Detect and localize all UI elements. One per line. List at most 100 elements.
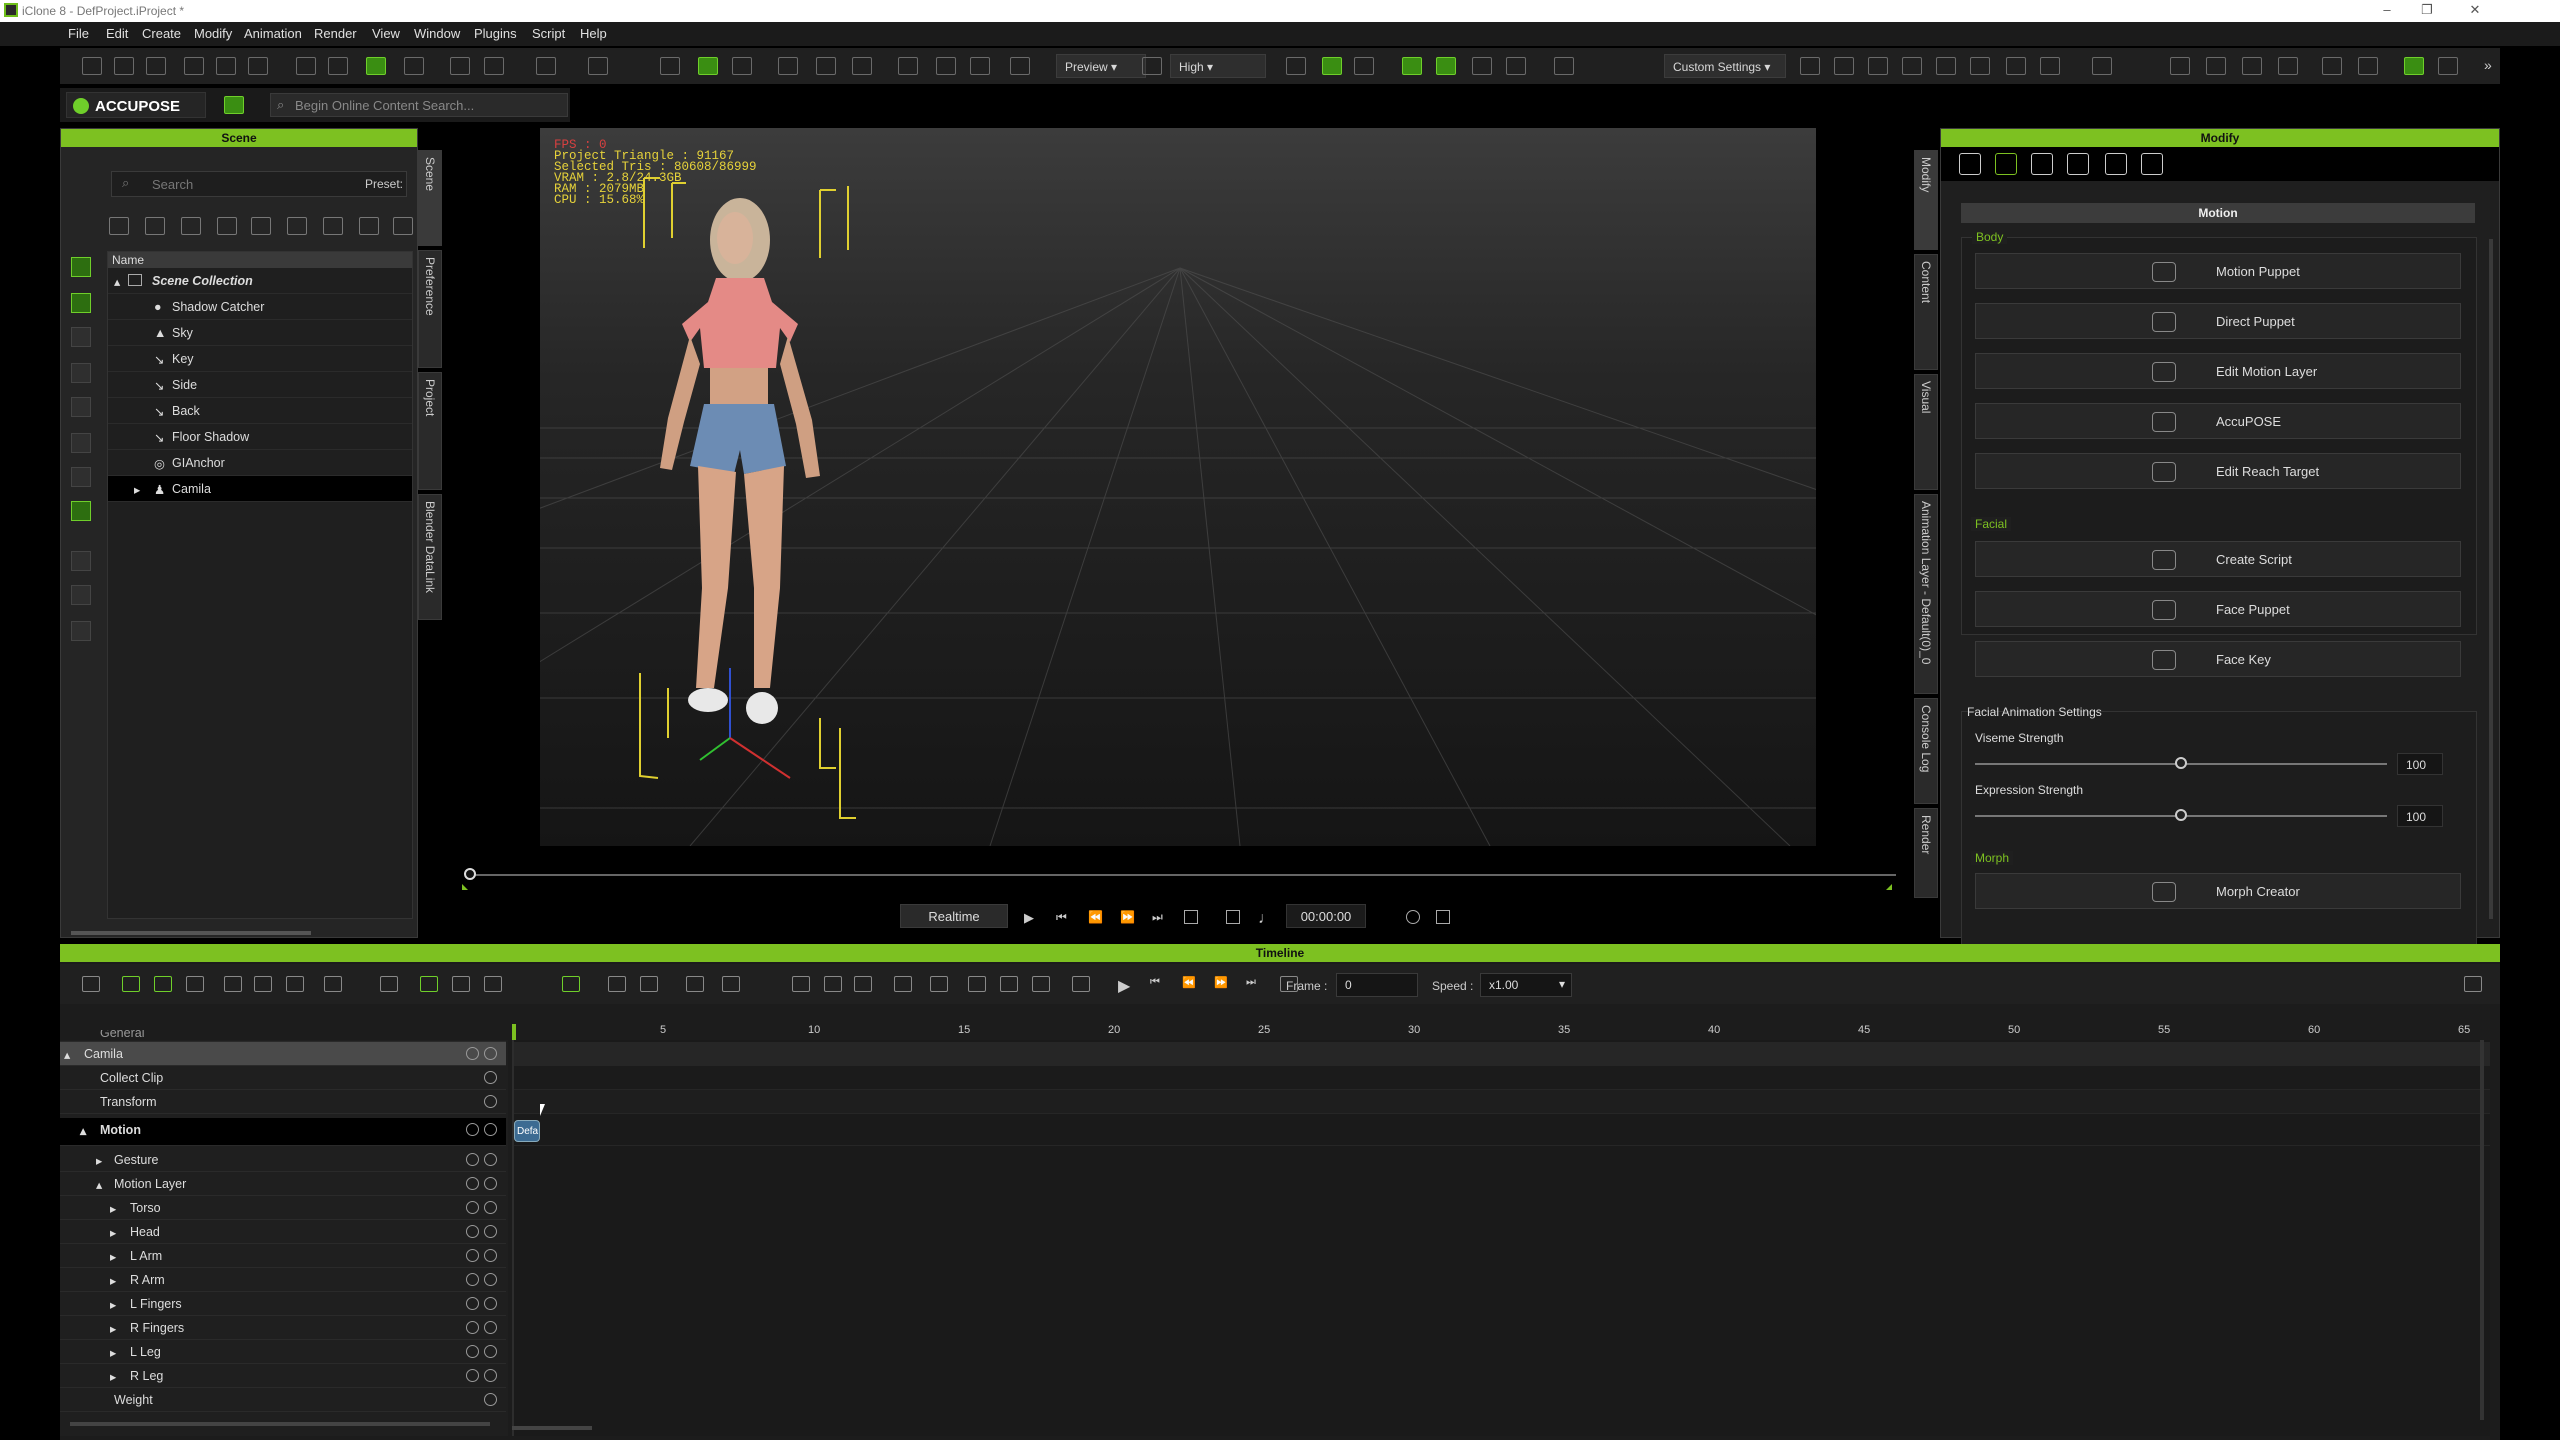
frame-icon[interactable] <box>778 57 798 75</box>
filter-icon[interactable] <box>122 976 140 992</box>
align-icon[interactable] <box>588 57 608 75</box>
wireframe-icon[interactable] <box>936 57 956 75</box>
camera-view-icon[interactable] <box>732 57 752 75</box>
export-icon[interactable] <box>216 57 236 75</box>
viseme-strength-knob[interactable] <box>2175 757 2187 769</box>
modify-scrollbar[interactable] <box>2489 239 2493 919</box>
track-motion[interactable]: ▴ Motion <box>60 1118 506 1146</box>
curve-editor-icon[interactable] <box>562 976 580 992</box>
track-r-fingers[interactable]: ▸ R Fingers <box>60 1316 506 1340</box>
quality-dropdown[interactable]: High ▾ <box>1170 54 1266 78</box>
expression-strength-value[interactable]: 100 <box>2397 805 2443 827</box>
loop-icon[interactable] <box>1184 910 1198 924</box>
track-head[interactable]: ▸ Head <box>60 1220 506 1244</box>
sync-icon[interactable] <box>722 976 740 992</box>
mixer-icon[interactable] <box>2170 57 2190 75</box>
accupose-button[interactable]: ACCUPOSE <box>66 92 206 118</box>
light-icon[interactable] <box>816 57 836 75</box>
remove-track-icon[interactable] <box>484 1297 497 1310</box>
render-icon[interactable] <box>248 57 268 75</box>
face-puppet-button[interactable]: Face Puppet <box>1975 591 2461 627</box>
go-start-icon[interactable]: ⏮ <box>1056 910 1070 924</box>
range-start-marker[interactable] <box>462 884 468 890</box>
timeline-track-area[interactable]: Defa <box>512 1040 2490 1436</box>
track-l-arm[interactable]: ▸ L Arm <box>60 1244 506 1268</box>
track-r-arm[interactable]: ▸ R Arm <box>60 1268 506 1292</box>
frame-input[interactable]: 0 <box>1336 973 1418 997</box>
tree-item-scene-collection[interactable]: ▴ Scene Collection <box>108 268 412 294</box>
grid-icon[interactable] <box>898 57 918 75</box>
transition-icon[interactable] <box>608 976 626 992</box>
menu-view[interactable]: View <box>372 26 400 41</box>
menu-file[interactable]: File <box>68 26 89 41</box>
eye-icon[interactable] <box>698 57 718 75</box>
new-project-icon[interactable] <box>82 57 102 75</box>
loop-clip-icon[interactable] <box>286 976 304 992</box>
hidden-filter-icon[interactable] <box>71 621 91 641</box>
remove-track-icon[interactable] <box>484 1153 497 1166</box>
track-gesture[interactable]: ▸ Gesture <box>60 1148 506 1172</box>
figure-icon[interactable] <box>2067 153 2089 175</box>
menu-edit[interactable]: Edit <box>106 26 128 41</box>
box-icon[interactable] <box>970 57 990 75</box>
brush-icon[interactable] <box>1286 57 1306 75</box>
range-end-marker[interactable] <box>1886 884 1892 890</box>
gear-icon[interactable] <box>2105 153 2127 175</box>
camera-filter-icon[interactable] <box>71 501 91 521</box>
audio-icon[interactable]: ♩ <box>1258 910 1274 927</box>
expand-icon[interactable]: ▸ <box>110 1297 116 1312</box>
pen-icon[interactable] <box>1506 57 1526 75</box>
reset-icon[interactable] <box>324 976 342 992</box>
select-icon[interactable] <box>366 57 386 75</box>
md-logo-icon[interactable] <box>2141 153 2163 175</box>
tab-scene[interactable]: Scene <box>418 150 442 246</box>
mute-icon[interactable] <box>466 1047 479 1060</box>
tree-item-back[interactable]: ↘ Back <box>108 398 412 424</box>
redo-icon[interactable] <box>328 57 348 75</box>
blend-icon[interactable] <box>380 976 398 992</box>
remove-icon[interactable] <box>181 217 201 235</box>
timeline-ruler[interactable]: 5 10 15 20 25 30 35 40 45 50 55 60 65 <box>512 1024 2490 1044</box>
tree-item-gianchor[interactable]: ◎ GIAnchor <box>108 450 412 476</box>
range-icon[interactable] <box>1032 976 1050 992</box>
pin-icon[interactable] <box>2092 57 2112 75</box>
settings-icon[interactable] <box>1406 910 1420 924</box>
expand-icon[interactable]: ▸ <box>110 1201 116 1216</box>
viseme-strength-value[interactable]: 100 <box>2397 753 2443 775</box>
checker-icon[interactable] <box>2031 153 2053 175</box>
remove-track-icon[interactable] <box>484 1273 497 1286</box>
list-icon[interactable] <box>1472 57 1492 75</box>
mute-icon[interactable] <box>466 1177 479 1190</box>
move-icon[interactable] <box>404 57 424 75</box>
expand-icon[interactable]: ▸ <box>110 1225 116 1240</box>
keyframe-icon[interactable] <box>640 976 658 992</box>
realtime-button[interactable]: Realtime <box>900 904 1008 928</box>
tl-play-icon[interactable]: ▶ <box>1118 976 1136 995</box>
undo-icon[interactable] <box>296 57 316 75</box>
mute-icon[interactable] <box>466 1273 479 1286</box>
key-move-icon[interactable] <box>484 976 502 992</box>
menu-window[interactable]: Window <box>414 26 460 41</box>
remove-track-icon[interactable] <box>484 1393 497 1406</box>
track-general[interactable]: General <box>60 1030 506 1042</box>
flag-icon[interactable] <box>1436 57 1456 75</box>
view-grid-icon[interactable] <box>217 217 237 235</box>
track-weight[interactable]: Weight <box>60 1388 506 1412</box>
time-slider[interactable] <box>466 874 1896 876</box>
menu-animation[interactable]: Animation <box>244 26 302 41</box>
mute-icon[interactable] <box>466 1321 479 1334</box>
merge-icon[interactable] <box>254 976 272 992</box>
menu-plugins[interactable]: Plugins <box>474 26 517 41</box>
tree-item-sky[interactable]: ▲ Sky <box>108 320 412 346</box>
tab-modify[interactable]: Modify <box>1914 150 1938 250</box>
tab-animation-layer[interactable]: Animation Layer - Default(0)_0 <box>1914 494 1938 694</box>
tree-item-side[interactable]: ↘ Side <box>108 372 412 398</box>
expand-icon[interactable]: ▸ <box>134 482 140 497</box>
split-icon[interactable] <box>894 976 912 992</box>
menu-script[interactable]: Script <box>532 26 565 41</box>
play-icon[interactable]: ▶ <box>1024 910 1038 925</box>
prev-frame-icon[interactable]: ⏪ <box>1088 910 1103 924</box>
expand-icon[interactable]: ▴ <box>80 1123 86 1138</box>
expand-icon[interactable]: ▴ <box>64 1047 70 1062</box>
mute-icon[interactable] <box>466 1225 479 1238</box>
